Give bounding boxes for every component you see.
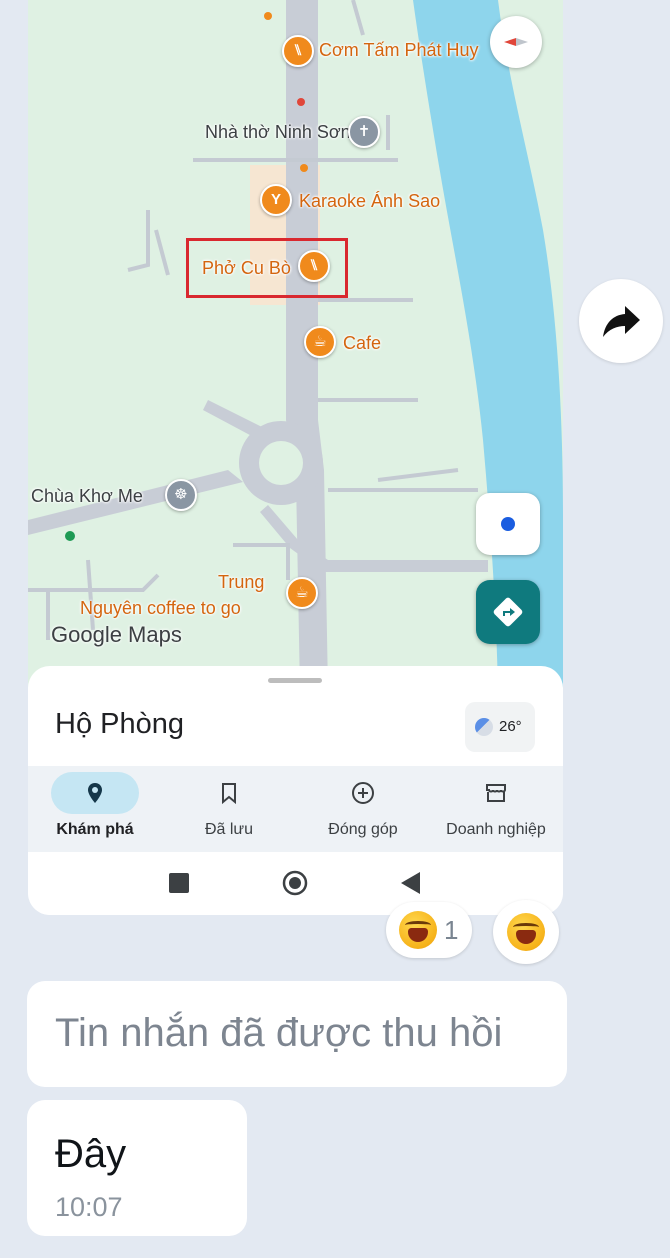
directions-icon — [493, 597, 523, 627]
add-circle-icon — [352, 782, 374, 804]
nav-label-saved: Đã lưu — [204, 821, 254, 838]
weather-chip[interactable]: 26° — [465, 702, 535, 752]
restaurant-pin-icon[interactable]: ⑊ — [282, 35, 314, 67]
nav-label-business: Doanh nghiệp — [446, 821, 546, 838]
android-system-nav — [28, 852, 563, 915]
nav-tab-saved[interactable]: Đã lưu — [162, 766, 296, 852]
cafe-cup-icon[interactable]: ☕ — [286, 577, 318, 609]
recents-square-icon[interactable] — [168, 872, 190, 894]
nav-tab-business[interactable]: Doanh nghiệp — [429, 766, 563, 852]
directions-button[interactable] — [476, 580, 540, 644]
sheet-drag-handle[interactable] — [268, 678, 322, 683]
poi-trung-label-2[interactable]: Nguyên coffee to go — [80, 598, 241, 619]
cafe-cup-icon[interactable]: ☕ — [304, 326, 336, 358]
recalled-message-bubble[interactable]: Tin nhắn đã được thu hồi — [27, 981, 567, 1087]
google-maps-logo: Google Maps — [51, 622, 182, 647]
poi-karaoke-label[interactable]: Karaoke Ánh Sao — [299, 191, 440, 212]
reaction-count: 1 — [444, 915, 459, 945]
map-screenshot-card[interactable]: ⑊ Cơm Tấm Phát Huy Nhà thờ Ninh Sơn ✝ Y … — [28, 0, 563, 915]
react-button[interactable] — [493, 900, 559, 964]
poi-trung-label-1[interactable]: Trung — [218, 572, 264, 593]
home-circle-icon[interactable] — [282, 870, 308, 896]
bookmark-icon — [222, 783, 236, 805]
laughing-emoji-icon — [399, 911, 437, 949]
highlight-rectangle — [186, 238, 348, 298]
my-location-button[interactable] — [476, 493, 540, 555]
message-timestamp: 10:07 — [55, 1192, 123, 1222]
reaction-summary-chip[interactable]: 1 — [386, 902, 472, 958]
storefront-icon — [486, 784, 506, 802]
nav-active-indicator — [51, 772, 139, 814]
explore-pin-icon — [88, 783, 102, 803]
dharma-wheel-icon[interactable]: ☸ — [165, 479, 197, 511]
poi-pagoda-label[interactable]: Chùa Khơ Me — [31, 486, 143, 507]
message-text: Đây — [55, 1132, 127, 1176]
my-location-icon — [501, 517, 515, 531]
nav-tab-contribute[interactable]: Đóng góp — [296, 766, 430, 852]
nav-tab-explore[interactable]: Khám phá — [28, 766, 162, 852]
forward-arrow-icon — [603, 306, 640, 337]
recalled-message-text: Tin nhắn đã được thu hồi — [55, 1011, 503, 1055]
temperature-label: 26° — [499, 718, 522, 735]
map-view[interactable]: ⑊ Cơm Tấm Phát Huy Nhà thờ Ninh Sơn ✝ Y … — [28, 0, 563, 690]
compass-icon[interactable] — [490, 16, 542, 68]
nav-label-explore: Khám phá — [56, 821, 134, 838]
church-cross-icon[interactable]: ✝ — [348, 116, 380, 148]
karaoke-glass-icon[interactable]: Y — [260, 184, 292, 216]
back-triangle-icon[interactable] — [400, 871, 422, 895]
forward-button[interactable] — [579, 279, 663, 363]
weather-icon — [475, 718, 493, 736]
nav-label-contribute: Đóng góp — [328, 821, 398, 838]
place-bottom-sheet[interactable]: Hộ Phòng 26° — [28, 666, 563, 766]
poi-com-tam-label[interactable]: Cơm Tấm Phát Huy — [319, 40, 479, 61]
maps-bottom-nav: Khám phá Đã lưu Đóng góp Doanh nghiệp — [28, 766, 563, 852]
place-title: Hộ Phòng — [55, 708, 184, 740]
laughing-emoji-icon — [507, 913, 545, 951]
poi-church-label[interactable]: Nhà thờ Ninh Sơn — [205, 122, 351, 143]
message-bubble[interactable]: Đây 10:07 — [27, 1100, 247, 1236]
poi-cafe-label[interactable]: Cafe — [343, 333, 381, 354]
